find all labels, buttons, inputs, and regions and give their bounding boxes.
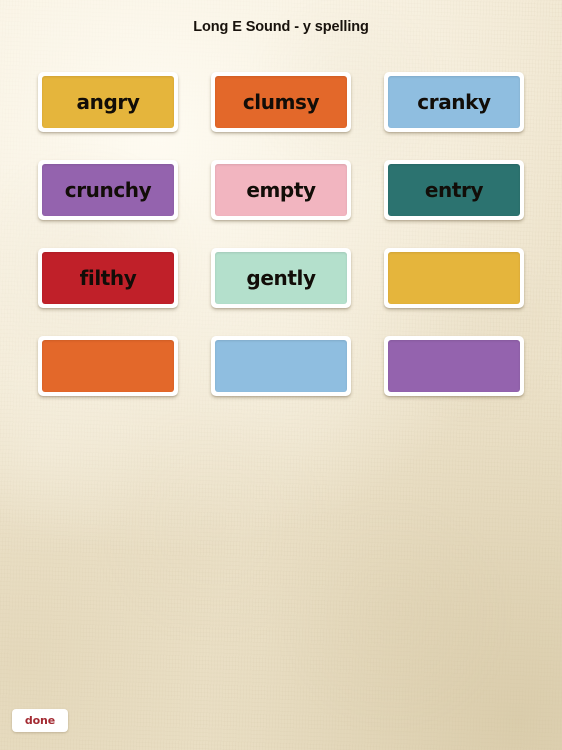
card-word-label: angry	[76, 90, 140, 114]
word-card-row: filthy gently	[38, 248, 524, 336]
done-button-label: done	[24, 714, 56, 727]
done-button[interactable]: done	[12, 709, 68, 732]
word-card-slot	[211, 336, 351, 424]
word-card-slot: entry	[384, 160, 524, 248]
word-card-slot	[38, 336, 178, 424]
word-card-slot: crunchy	[38, 160, 178, 248]
word-card[interactable]: angry	[38, 72, 178, 132]
card-surface: empty	[215, 164, 347, 216]
word-card[interactable]: filthy	[38, 248, 178, 308]
word-card-slot: angry	[38, 72, 178, 160]
app-content: Long E Sound - y spelling angry clumsy cra…	[0, 0, 562, 750]
card-word-label: empty	[246, 178, 316, 202]
word-card[interactable]: crunchy	[38, 160, 178, 220]
word-card-slot: clumsy	[211, 72, 351, 160]
blank-card[interactable]	[38, 336, 178, 396]
card-surface: filthy	[42, 252, 174, 304]
card-surface: angry	[42, 76, 174, 128]
page-title: Long E Sound - y spelling	[193, 19, 369, 35]
card-surface: cranky	[388, 76, 520, 128]
word-card-row	[38, 336, 524, 424]
word-card[interactable]: cranky	[384, 72, 524, 132]
card-surface	[388, 252, 520, 304]
card-word-label: crunchy	[64, 178, 152, 202]
word-card-row: crunchy empty entry	[38, 160, 524, 248]
card-surface: entry	[388, 164, 520, 216]
word-card[interactable]: clumsy	[211, 72, 351, 132]
card-word-label: filthy	[79, 266, 137, 290]
word-card-slot	[384, 248, 524, 336]
card-surface: gently	[215, 252, 347, 304]
card-word-label: gently	[246, 266, 316, 290]
blank-card[interactable]	[211, 336, 351, 396]
word-card-grid: angry clumsy cranky crunchy empty entry filthy…	[38, 72, 524, 424]
card-surface	[215, 340, 347, 392]
card-surface	[42, 340, 174, 392]
word-card[interactable]: entry	[384, 160, 524, 220]
word-card[interactable]: gently	[211, 248, 351, 308]
card-surface: crunchy	[42, 164, 174, 216]
card-word-label: clumsy	[242, 90, 320, 114]
word-card-slot: filthy	[38, 248, 178, 336]
word-card-slot: gently	[211, 248, 351, 336]
blank-card[interactable]	[384, 336, 524, 396]
word-card-slot: empty	[211, 160, 351, 248]
word-card[interactable]: empty	[211, 160, 351, 220]
card-word-label: entry	[424, 178, 484, 202]
blank-card[interactable]	[384, 248, 524, 308]
word-card-row: angry clumsy cranky	[38, 72, 524, 160]
word-card-slot: cranky	[384, 72, 524, 160]
card-word-label: cranky	[417, 90, 491, 114]
card-surface: clumsy	[215, 76, 347, 128]
word-card-slot	[384, 336, 524, 424]
card-surface	[388, 340, 520, 392]
